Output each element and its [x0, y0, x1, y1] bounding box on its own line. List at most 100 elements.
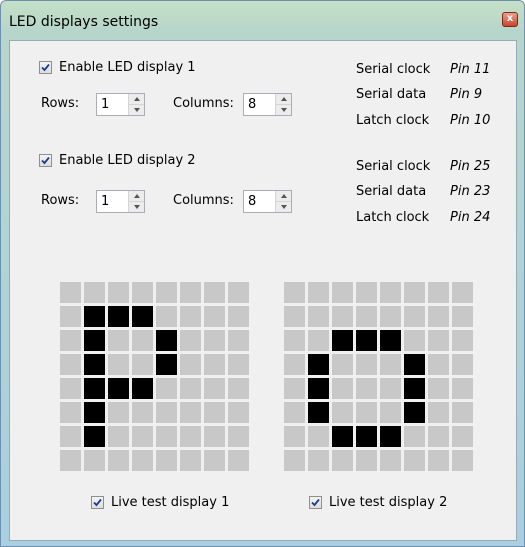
led-cell-off[interactable] [356, 450, 377, 471]
led-cell-on[interactable] [380, 330, 401, 351]
columns2-value[interactable]: 8 [244, 191, 275, 212]
led-cell-off[interactable] [308, 282, 329, 303]
columns1-value[interactable]: 8 [244, 94, 275, 115]
led-cell-off[interactable] [404, 306, 425, 327]
led-cell-on[interactable] [404, 378, 425, 399]
led-cell-off[interactable] [356, 402, 377, 423]
led-cell-off[interactable] [228, 378, 249, 399]
led-cell-off[interactable] [228, 354, 249, 375]
led-cell-on[interactable] [84, 402, 105, 423]
columns2-up-button[interactable] [276, 191, 291, 202]
led-cell-off[interactable] [428, 306, 449, 327]
led-cell-off[interactable] [380, 450, 401, 471]
live-test1-checkbox[interactable]: Live test display 1 [91, 495, 229, 510]
led-cell-off[interactable] [428, 426, 449, 447]
led-cell-off[interactable] [332, 282, 353, 303]
enable-display1-checkbox[interactable]: Enable LED display 1 [39, 60, 196, 75]
led-cell-off[interactable] [356, 378, 377, 399]
title-bar[interactable]: LED displays settings x [1, 1, 524, 39]
led-cell-off[interactable] [452, 402, 473, 423]
led-cell-off[interactable] [428, 354, 449, 375]
led-cell-off[interactable] [404, 426, 425, 447]
led-cell-on[interactable] [356, 330, 377, 351]
led-cell-off[interactable] [180, 378, 201, 399]
led-cell-off[interactable] [228, 282, 249, 303]
led-cell-off[interactable] [132, 402, 153, 423]
led-cell-off[interactable] [356, 282, 377, 303]
checkbox-box[interactable] [91, 496, 104, 509]
rows1-down-button[interactable] [129, 105, 144, 115]
led-cell-on[interactable] [84, 378, 105, 399]
columns1-down-button[interactable] [276, 105, 291, 115]
led-cell-off[interactable] [332, 450, 353, 471]
led-cell-off[interactable] [132, 450, 153, 471]
rows2-down-button[interactable] [129, 202, 144, 212]
led-cell-on[interactable] [156, 330, 177, 351]
checkbox-box[interactable] [39, 154, 52, 167]
led-cell-off[interactable] [228, 426, 249, 447]
led-cell-off[interactable] [132, 426, 153, 447]
rows2-up-button[interactable] [129, 191, 144, 202]
led-cell-off[interactable] [284, 354, 305, 375]
led-cell-on[interactable] [404, 354, 425, 375]
led-cell-on[interactable] [84, 330, 105, 351]
led-cell-off[interactable] [228, 450, 249, 471]
led-cell-on[interactable] [108, 306, 129, 327]
led-cell-on[interactable] [308, 354, 329, 375]
led-cell-off[interactable] [452, 354, 473, 375]
led-cell-off[interactable] [404, 330, 425, 351]
led-cell-off[interactable] [180, 306, 201, 327]
led-cell-on[interactable] [132, 306, 153, 327]
led-cell-off[interactable] [204, 330, 225, 351]
columns2-down-button[interactable] [276, 202, 291, 212]
led-cell-off[interactable] [60, 306, 81, 327]
led-cell-off[interactable] [380, 354, 401, 375]
led-cell-off[interactable] [332, 306, 353, 327]
close-button[interactable]: x [502, 12, 518, 27]
led-cell-on[interactable] [356, 426, 377, 447]
led-cell-off[interactable] [404, 282, 425, 303]
led-cell-off[interactable] [404, 450, 425, 471]
led-cell-off[interactable] [204, 354, 225, 375]
led-cell-off[interactable] [332, 354, 353, 375]
led-cell-off[interactable] [308, 450, 329, 471]
led-cell-off[interactable] [452, 330, 473, 351]
led-cell-off[interactable] [380, 282, 401, 303]
led-cell-off[interactable] [452, 450, 473, 471]
led-cell-on[interactable] [308, 402, 329, 423]
led-cell-off[interactable] [60, 282, 81, 303]
led-cell-off[interactable] [180, 450, 201, 471]
led-cell-on[interactable] [380, 426, 401, 447]
led-cell-off[interactable] [60, 330, 81, 351]
led-cell-off[interactable] [156, 378, 177, 399]
led-cell-off[interactable] [332, 378, 353, 399]
led-cell-off[interactable] [108, 450, 129, 471]
led-cell-on[interactable] [308, 378, 329, 399]
led-cell-off[interactable] [228, 306, 249, 327]
led-matrix-2[interactable] [284, 282, 473, 471]
led-cell-on[interactable] [404, 402, 425, 423]
enable-display2-checkbox[interactable]: Enable LED display 2 [39, 153, 196, 168]
led-cell-off[interactable] [180, 426, 201, 447]
led-cell-off[interactable] [284, 330, 305, 351]
led-cell-off[interactable] [156, 402, 177, 423]
led-cell-off[interactable] [204, 402, 225, 423]
led-cell-off[interactable] [204, 282, 225, 303]
led-cell-off[interactable] [60, 402, 81, 423]
led-cell-off[interactable] [108, 402, 129, 423]
led-cell-on[interactable] [332, 330, 353, 351]
columns1-up-button[interactable] [276, 94, 291, 105]
led-cell-off[interactable] [60, 450, 81, 471]
led-cell-off[interactable] [180, 330, 201, 351]
led-cell-off[interactable] [332, 402, 353, 423]
led-cell-off[interactable] [180, 402, 201, 423]
led-cell-off[interactable] [84, 282, 105, 303]
led-cell-off[interactable] [284, 306, 305, 327]
led-cell-off[interactable] [380, 378, 401, 399]
led-cell-off[interactable] [284, 282, 305, 303]
led-cell-off[interactable] [308, 330, 329, 351]
rows1-stepper[interactable]: 1 [96, 93, 145, 116]
led-cell-off[interactable] [452, 306, 473, 327]
led-cell-off[interactable] [308, 306, 329, 327]
led-cell-off[interactable] [452, 426, 473, 447]
